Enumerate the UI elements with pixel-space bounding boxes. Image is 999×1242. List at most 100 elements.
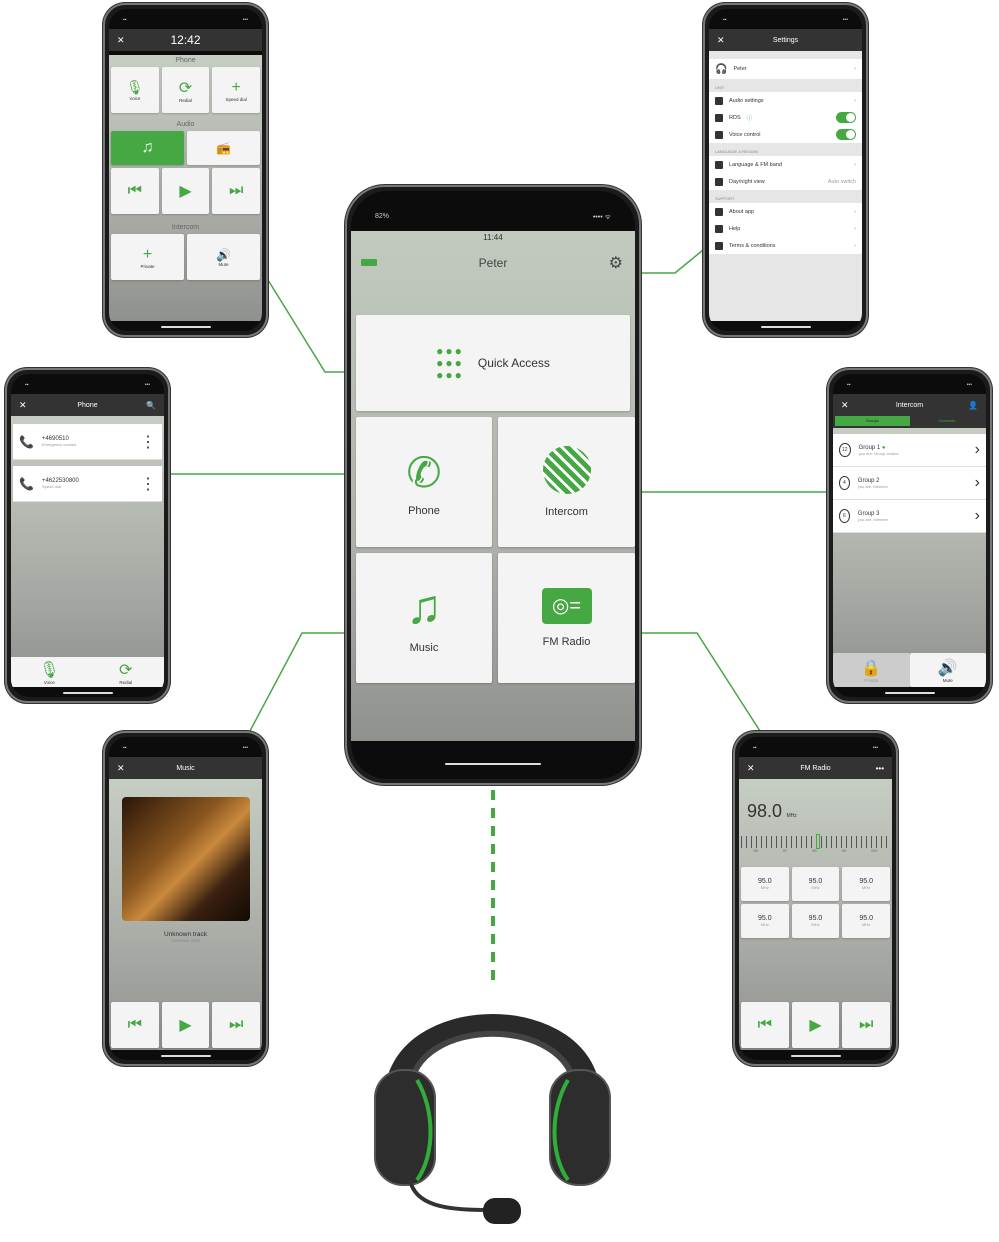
gear-icon[interactable]: ⚙ <box>609 253 623 273</box>
preset-button[interactable]: 95.0 MHz <box>842 867 890 901</box>
close-icon[interactable]: ✕ <box>747 763 755 774</box>
settings-phone: ▪▪ ••• ✕ Settings 🎧 Peter › UNIT Audio setti… <box>703 3 868 337</box>
group-row[interactable]: 4 Group 2 you are: Member › <box>833 467 986 500</box>
voice-button[interactable]: 🎙 Voice <box>111 67 159 113</box>
close-icon[interactable]: ✕ <box>717 35 725 46</box>
preset-button[interactable]: 95.0 MHz <box>791 867 840 901</box>
contact-label: Speed dial <box>41 484 61 489</box>
music-source-button[interactable]: ♫ <box>111 131 184 165</box>
search-icon[interactable]: 🔍 <box>146 401 156 410</box>
radio-title: FM Radio <box>800 764 831 772</box>
next-button[interactable]: ⏭ <box>212 1002 261 1048</box>
phone-icon: ✆ <box>406 448 442 496</box>
rds-toggle[interactable] <box>836 112 856 123</box>
preset-frequency: 95.0 <box>808 915 823 922</box>
clock: 12:42 <box>170 33 201 47</box>
tuner-needle[interactable] <box>815 834 820 849</box>
phone-contacts-phone: ▪▪ ••• ✕ Phone 🔍 📞 +4690510 Emergency contact… <box>5 368 170 703</box>
role-label: you are: <box>857 516 873 522</box>
language-label: Language & FM band <box>729 161 782 168</box>
play-button[interactable]: ▶ <box>161 168 210 214</box>
next-button[interactable]: ⏭ <box>212 168 261 214</box>
contact-row[interactable]: 📞 +4622530800 Speed dial ⋮ <box>13 466 162 502</box>
preset-button[interactable]: 95.0 MHz <box>791 904 840 938</box>
info-icon[interactable]: ⓘ <box>747 114 753 122</box>
about-row[interactable]: About app › <box>709 203 862 220</box>
group-icon: 4 <box>839 476 850 490</box>
terms-label: Terms & conditions <box>729 242 776 249</box>
preset-unit: MHz <box>862 885 871 890</box>
help-label: Help <box>729 225 741 232</box>
phone-tile[interactable]: ✆ Phone <box>356 417 492 547</box>
music-tile[interactable]: ♫ Music <box>356 553 492 683</box>
add-user-icon[interactable]: 👤 <box>968 401 978 410</box>
speed-dial-button[interactable]: + Speed dial <box>212 67 261 113</box>
close-icon[interactable]: ✕ <box>117 35 125 46</box>
intercom-label: Intercom <box>545 506 588 518</box>
private-button[interactable]: 🔒 Private <box>833 653 910 687</box>
fm-radio-tile[interactable]: ◎= FM Radio <box>498 553 635 683</box>
voice-control-toggle[interactable] <box>836 129 856 140</box>
redial-button[interactable]: ⟳ Redial <box>87 657 164 687</box>
private-label: Private <box>140 263 155 269</box>
support-header: SUPPORT <box>709 190 862 203</box>
section-audio: Audio <box>176 121 195 128</box>
play-button[interactable]: ▶ <box>161 1002 210 1048</box>
radio-source-button[interactable]: 📻 <box>187 131 260 165</box>
preset-button[interactable]: 95.0 MHz <box>842 904 890 938</box>
frequency-display: 98.0 <box>747 801 783 821</box>
intercom-title: Intercom <box>895 401 924 409</box>
more-icon[interactable]: ⋮ <box>140 432 156 452</box>
preset-button[interactable]: 95.0 MHz <box>741 867 789 901</box>
frequency-unit: MHz <box>786 813 797 819</box>
rds-row: RDS ⓘ <box>709 109 862 126</box>
audio-settings-row[interactable]: Audio settings › <box>709 92 862 109</box>
mute-button[interactable]: 🔊 Mute <box>909 653 986 687</box>
terms-row[interactable]: Terms & conditions › <box>709 237 862 254</box>
music-title: Music <box>176 764 195 772</box>
voice-button[interactable]: 🎙 Voice <box>11 657 88 687</box>
chevron-right-icon: › <box>974 474 980 491</box>
intercom-tile[interactable]: Intercom <box>498 417 635 547</box>
radio-icon: ◎= <box>541 588 592 624</box>
clock: 11:44 <box>483 233 503 242</box>
rds-label: RDS <box>729 114 741 121</box>
help-row[interactable]: Help › <box>709 220 862 237</box>
preset-unit: MHz <box>862 922 871 927</box>
unit-header: UNIT <box>709 79 862 92</box>
more-icon[interactable]: ⋮ <box>140 474 156 494</box>
redial-button[interactable]: ⟳ Redial <box>161 67 210 113</box>
about-icon <box>715 207 723 216</box>
role: Member <box>873 516 889 522</box>
previous-button[interactable]: ⏮ <box>741 1002 789 1048</box>
close-icon[interactable]: ✕ <box>19 400 27 411</box>
preset-frequency: 95.0 <box>758 915 772 922</box>
private-button[interactable]: + Private <box>111 234 184 280</box>
profile-row[interactable]: 🎧 Peter › <box>709 59 862 79</box>
tab-groups[interactable]: Groups <box>835 416 910 426</box>
daynight-row[interactable]: Day/night view Auto switch <box>709 173 862 190</box>
play-button[interactable]: ▶ <box>791 1002 840 1048</box>
intercom-phone: ▪▪ ••• ✕ Intercom 👤 Groups Channels 12 Group… <box>827 368 992 703</box>
previous-button[interactable]: ⏮ <box>111 168 159 214</box>
preset-unit: MHz <box>760 885 769 890</box>
tab-channels[interactable]: Channels <box>910 416 985 426</box>
group-row[interactable]: 12 Group 1 ● you are: Group creator › <box>833 434 986 467</box>
language-row[interactable]: Language & FM band › <box>709 156 862 173</box>
daynight-label: Day/night view <box>729 178 765 185</box>
grid-icon: ●●● ●●● ●●● <box>436 344 464 382</box>
more-icon[interactable]: ••• <box>876 764 884 773</box>
quick-access-tile[interactable]: ●●● ●●● ●●● Quick Access <box>356 315 630 411</box>
daynight-icon <box>715 177 723 186</box>
contact-row[interactable]: 📞 +4690510 Emergency contact ⋮ <box>13 424 162 460</box>
tuner-scale[interactable] <box>741 834 890 849</box>
mute-button[interactable]: 🔊 Mute <box>187 234 260 280</box>
group-row[interactable]: 6 Group 3 you are: Member › <box>833 500 986 533</box>
close-icon[interactable]: ✕ <box>117 763 125 774</box>
sliders-icon <box>715 96 723 105</box>
phone-title: Phone <box>77 401 98 409</box>
next-button[interactable]: ⏭ <box>842 1002 891 1048</box>
close-icon[interactable]: ✕ <box>841 400 849 411</box>
previous-button[interactable]: ⏮ <box>111 1002 159 1048</box>
preset-button[interactable]: 95.0 MHz <box>741 904 789 938</box>
